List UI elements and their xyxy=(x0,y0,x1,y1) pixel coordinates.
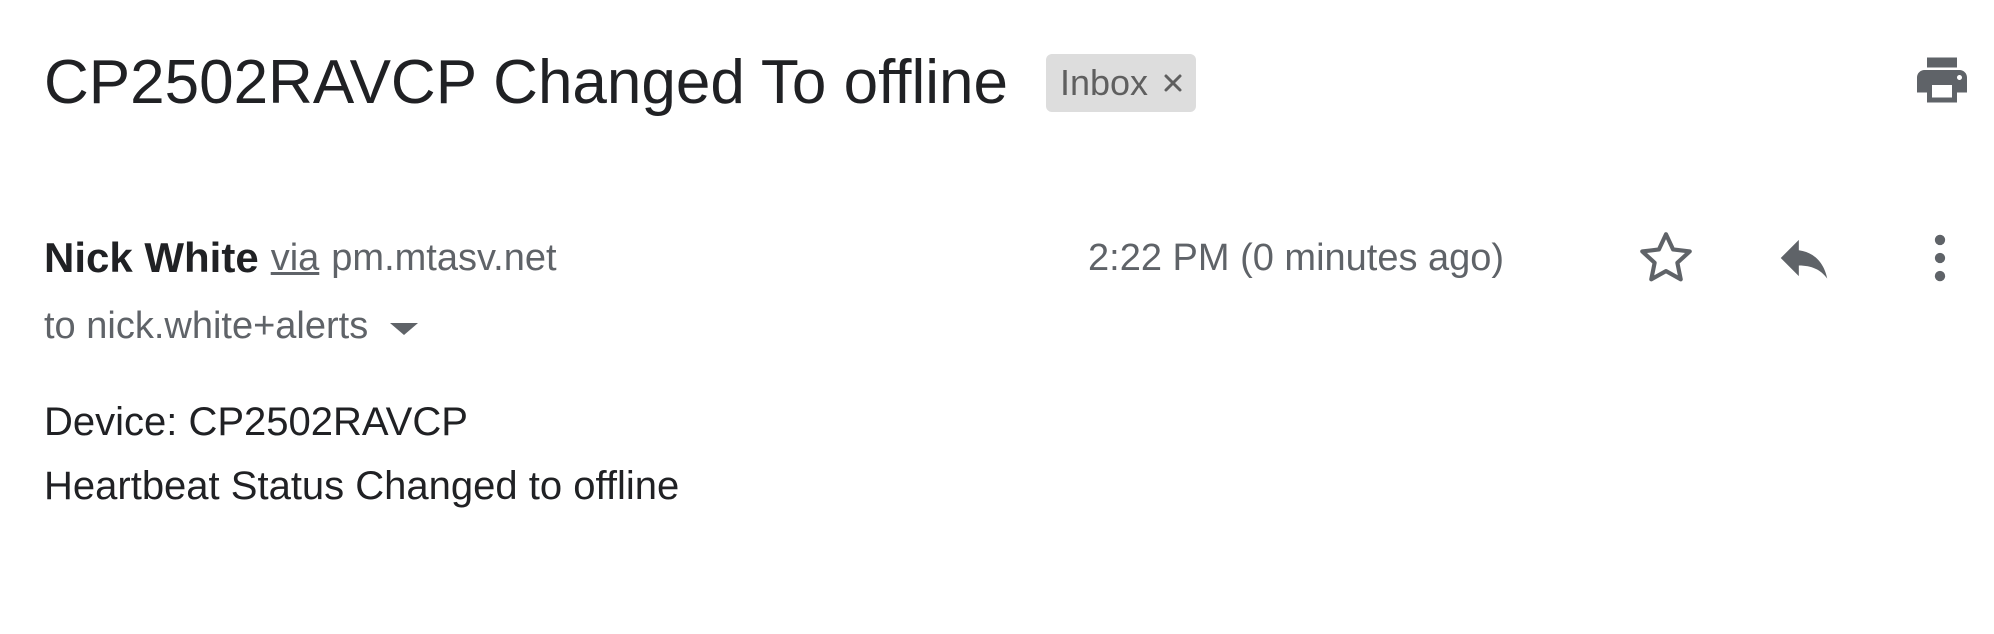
body-line-status: Heartbeat Status Changed to offline xyxy=(44,464,680,508)
inbox-label-chip[interactable]: Inbox xyxy=(1045,54,1197,112)
sender-domain: pm.mtasv.net xyxy=(331,236,557,279)
sender-row: Nick White via pm.mtasv.net xyxy=(44,228,557,288)
body-line-device: Device: CP2502RAVCP xyxy=(44,400,468,444)
star-button[interactable] xyxy=(1630,222,1702,294)
more-vert-icon xyxy=(1934,234,1946,282)
print-icon[interactable] xyxy=(1912,50,1972,110)
via-link[interactable]: via xyxy=(271,237,320,280)
more-options-button[interactable] xyxy=(1904,222,1976,294)
email-subject: CP2502RAVCP Changed To offline xyxy=(44,47,1008,117)
label-text: Inbox xyxy=(1059,62,1149,103)
star-icon xyxy=(1640,232,1692,282)
timestamp: 2:22 PM (0 minutes ago) xyxy=(1088,237,1505,279)
subject-row: CP2502RAVCP Changed To offline Inbox xyxy=(44,42,1197,122)
sender-name[interactable]: Nick White xyxy=(44,234,259,282)
email-body: Device: CP2502RAVCP Heartbeat Status Cha… xyxy=(44,390,679,518)
close-icon[interactable] xyxy=(1162,72,1184,94)
recipient-text: to nick.white+alerts xyxy=(44,304,369,347)
caret-down-icon[interactable] xyxy=(390,323,419,335)
recipient-details-toggle[interactable]: to nick.white+alerts xyxy=(44,298,419,354)
reply-icon xyxy=(1780,239,1828,279)
email-view: CP2502RAVCP Changed To offline Inbox Nic… xyxy=(0,0,1994,634)
reply-button[interactable] xyxy=(1768,222,1840,294)
